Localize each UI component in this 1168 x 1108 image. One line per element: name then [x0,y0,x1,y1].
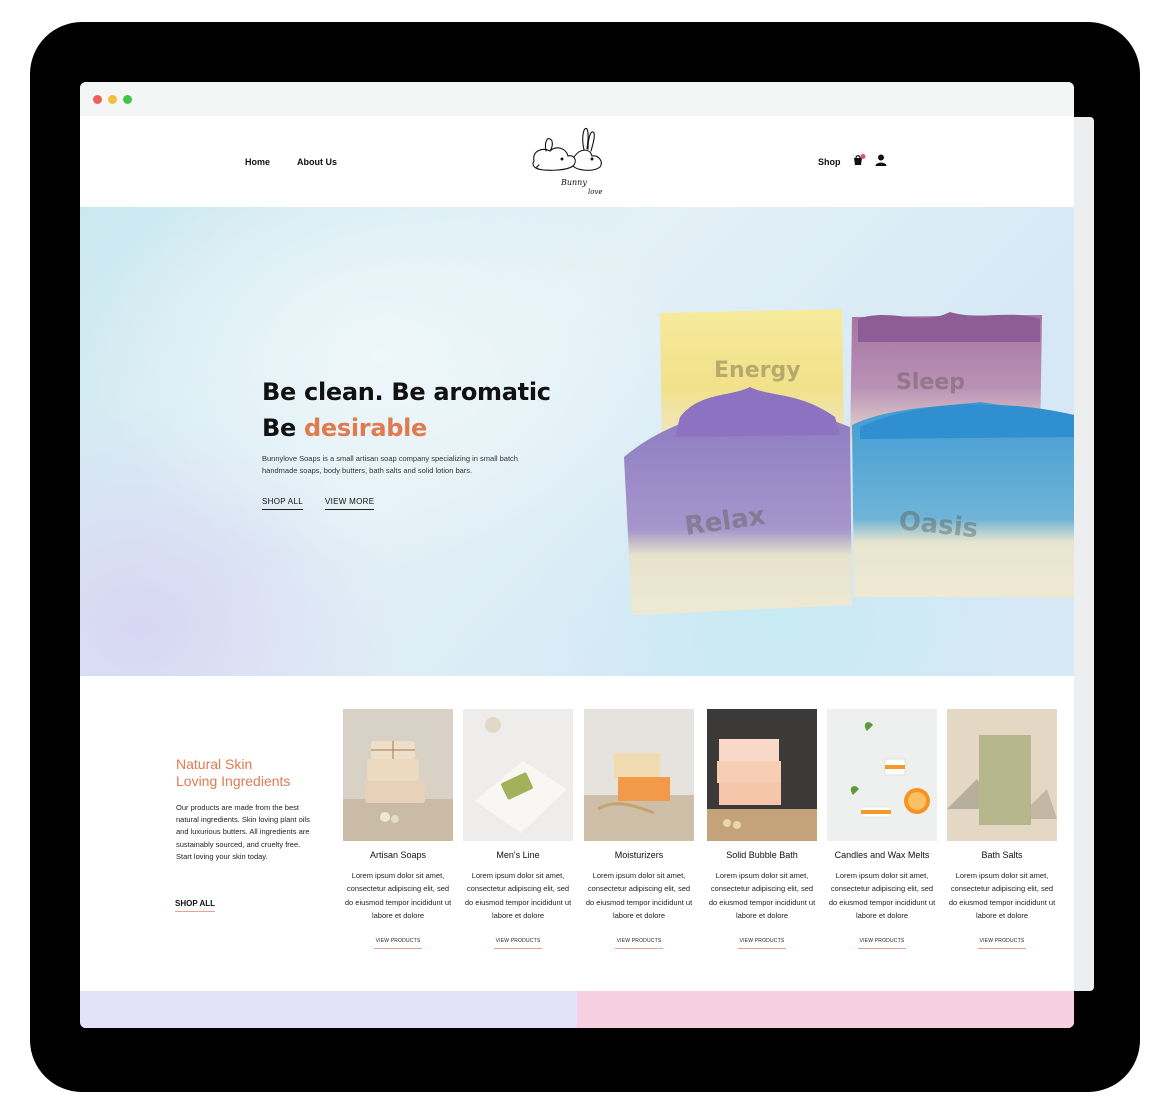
category-card-artisan-soaps[interactable]: Artisan Soaps Lorem ipsum dolor sit amet… [343,709,453,950]
mens-line-image [463,709,573,841]
category-description: Lorem ipsum dolor sit amet, consectetur … [948,871,1056,920]
bunnylove-logo[interactable]: Bunny love [526,121,626,201]
window-chrome [80,82,1074,116]
category-description: Lorem ipsum dolor sit amet, consectetur … [344,871,452,920]
close-dot-icon[interactable] [93,94,102,104]
hero-heading: Be clean. Be aromatic Be desirable [262,374,551,446]
category-description: Lorem ipsum dolor sit amet, consectetur … [464,871,572,920]
category-name: Bath Salts [981,850,1023,860]
candles-and-wax-melts-image [827,709,937,841]
maximize-dot-icon[interactable] [123,94,132,104]
category-description: Lorem ipsum dolor sit amet, consectetur … [828,871,936,920]
intro-shop-all-link[interactable]: SHOP ALL [175,899,216,912]
view-products-button[interactable]: VIEW PRODUCTS [374,938,422,950]
cart-icon[interactable] [852,153,866,167]
category-card-bath-salts[interactable]: Bath Salts Lorem ipsum dolor sit amet, c… [947,709,1057,950]
category-card-solid-bubble-bath[interactable]: Solid Bubble Bath Lorem ipsum dolor sit … [707,709,817,950]
bath-salts-image [947,709,1057,841]
category-name: Candles and Wax Melts [834,850,930,860]
user-icon[interactable] [874,153,888,167]
category-description: Lorem ipsum dolor sit amet, consectetur … [585,871,693,920]
categories-section: Natural Skin Loving Ingredients Our prod… [80,676,1074,991]
strip-right-panel [577,991,1074,1028]
moisturizers-image [584,709,694,841]
next-section-strip [80,991,1074,1028]
hero-view-more-link[interactable]: VIEW MORE [325,497,375,510]
minimize-dot-icon[interactable] [108,94,117,104]
svg-text:Bunny: Bunny [560,178,587,187]
browser-window: Home About Us Bunny love Shop Be clean. … [80,82,1074,1028]
category-name: Artisan Soaps [369,850,427,860]
intro-description: Our products are made from the best natu… [176,803,310,861]
category-name: Solid Bubble Bath [726,850,798,860]
site-header: Home About Us Bunny love Shop [80,116,1074,207]
hero-banner: Be clean. Be aromatic Be desirable Bunny… [80,207,1074,676]
soap-label-energy: Energy [714,358,801,383]
intro-heading: Natural Skin Loving Ingredients [176,756,290,790]
view-products-button[interactable]: VIEW PRODUCTS [978,938,1026,950]
svg-text:love: love [588,188,603,196]
hero-heading-line2: Be desirable [262,410,551,446]
hero-soap-bars-image: Energy Sleep Relax Oasis [624,309,1074,615]
intro-heading-line1: Natural Skin [176,756,253,772]
hero-heading-accent: desirable [304,414,428,442]
category-description: Lorem ipsum dolor sit amet, consectetur … [708,871,816,920]
hero-shop-all-link[interactable]: SHOP ALL [262,497,303,510]
category-card-moisturizers[interactable]: Moisturizers Lorem ipsum dolor sit amet,… [584,709,694,950]
category-card-mens-line[interactable]: Men's Line Lorem ipsum dolor sit amet, c… [463,709,573,950]
view-products-button[interactable]: VIEW PRODUCTS [494,938,542,950]
hero-description: Bunnylove Soaps is a small artisan soap … [262,454,518,475]
hero-heading-prefix: Be [262,414,305,442]
soap-label-sleep: Sleep [896,370,965,395]
nav-home-link[interactable]: Home [245,157,270,167]
solid-bubble-bath-image [707,709,817,841]
view-products-button[interactable]: VIEW PRODUCTS [858,938,906,950]
intro-heading-line2: Loving Ingredients [176,773,291,789]
hero-heading-line1: Be clean. Be aromatic [262,378,551,406]
artisan-soaps-image [343,709,453,841]
strip-left-panel [80,991,577,1028]
nav-about-link[interactable]: About Us [297,157,337,167]
view-products-button[interactable]: VIEW PRODUCTS [615,938,663,950]
nav-shop-link[interactable]: Shop [818,157,841,167]
category-card-candles-and-wax-melts[interactable]: Candles and Wax Melts Lorem ipsum dolor … [827,709,937,950]
view-products-button[interactable]: VIEW PRODUCTS [738,938,786,950]
category-name: Moisturizers [614,850,664,860]
category-name: Men's Line [496,850,540,860]
